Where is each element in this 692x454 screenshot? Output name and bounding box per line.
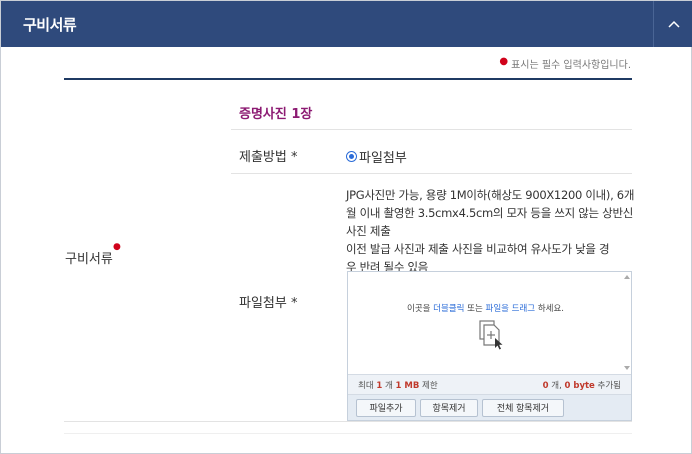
- drop-hint-text: 또는: [464, 304, 486, 314]
- limit-text: 개: [382, 381, 396, 391]
- method-option-label: 파일첨부: [359, 151, 407, 166]
- upload-limit: 최대 1 개 1 MB 제한: [358, 379, 438, 391]
- drop-hint: 이곳을 더블클릭 또는 파일을 드래그 하세요.: [348, 302, 623, 314]
- divider: [231, 173, 632, 174]
- remove-item-button[interactable]: 항목제거: [420, 399, 478, 417]
- drop-hint-text: 이곳을: [407, 304, 434, 314]
- limit-size: 1 MB: [395, 381, 420, 391]
- panel-header: 구비서류: [1, 1, 692, 47]
- attach-instructions: JPG사진만 가능, 용량 1M이하(해상도 900X1200 이내), 6개 …: [346, 186, 638, 276]
- divider: [64, 433, 632, 434]
- form-panel: 구비서류 ● 표시는 필수 입력사항입니다. 구비서류 ● 증명사진 1장 제출방…: [0, 0, 692, 454]
- required-dot-icon: ●: [499, 56, 509, 67]
- instruction-line: JPG사진만 가능, 용량 1M이하(해상도 900X1200 이내), 6개: [346, 188, 635, 202]
- drop-hint-dblclick: 더블클릭: [433, 304, 465, 314]
- instruction-line: 월 이내 촬영한 3.5cmx4.5cm의 모자 등을 쓰지 않는 상반신: [346, 206, 634, 220]
- instruction-line: 이전 발급 사진과 제출 사진을 비교하여 유사도가 낮을 경: [346, 242, 610, 256]
- scroll-up-icon[interactable]: [624, 275, 630, 279]
- status-text: 개,: [548, 381, 565, 391]
- method-label: 제출방법 *: [239, 150, 298, 165]
- file-add-icon: [479, 320, 503, 350]
- drop-hint-text: 하세요.: [535, 304, 564, 314]
- divider: [64, 421, 632, 422]
- instruction-line: 사진 제출: [346, 224, 391, 238]
- limit-text: 최대: [358, 381, 377, 391]
- top-divider: [64, 78, 632, 80]
- panel-title: 구비서류: [23, 16, 77, 34]
- chevron-up-icon: [667, 20, 680, 28]
- radio-selected-icon[interactable]: [346, 151, 357, 162]
- remove-all-items-button[interactable]: 전체 항목제거: [482, 399, 564, 417]
- required-dot-icon: ●: [112, 242, 121, 252]
- row-label: 구비서류 ●: [65, 242, 121, 267]
- section-title: 증명사진 1장: [239, 107, 313, 122]
- upload-button-bar: 파일추가 항목제거 전체 항목제거: [348, 394, 631, 420]
- status-size: 0 byte: [564, 381, 595, 391]
- required-note-text: 표시는 필수 입력사항입니다.: [511, 60, 631, 71]
- status-text: 추가됨: [594, 381, 621, 391]
- drop-hint-drag: 파일을 드래그: [485, 304, 536, 314]
- vertical-scrollbar[interactable]: [622, 272, 631, 374]
- collapse-button[interactable]: [653, 1, 692, 47]
- required-note: ● 표시는 필수 입력사항입니다.: [499, 56, 631, 71]
- file-uploader: 이곳을 더블클릭 또는 파일을 드래그 하세요. 최대 1 개 1 MB 제한 …: [347, 271, 632, 421]
- upload-info-bar: 최대 1 개 1 MB 제한 0 개, 0 byte 추가됨: [348, 374, 631, 394]
- upload-status: 0 개, 0 byte 추가됨: [543, 379, 621, 391]
- scroll-down-icon[interactable]: [624, 366, 630, 370]
- limit-text: 제한: [419, 381, 438, 391]
- file-drop-zone[interactable]: 이곳을 더블클릭 또는 파일을 드래그 하세요.: [348, 272, 631, 374]
- row-label-text: 구비서류: [65, 252, 113, 267]
- method-radio-file[interactable]: 파일첨부: [346, 147, 407, 166]
- add-file-button[interactable]: 파일추가: [356, 399, 416, 417]
- attach-label: 파일첨부 *: [239, 296, 298, 311]
- divider: [231, 129, 632, 130]
